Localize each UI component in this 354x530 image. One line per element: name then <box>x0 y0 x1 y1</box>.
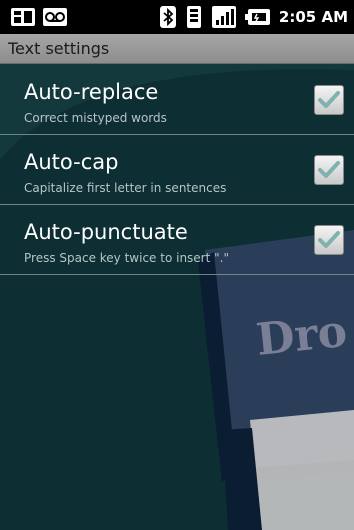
checkmark-icon <box>318 231 340 248</box>
setting-title: Auto-replace <box>24 80 159 104</box>
setting-summary: Correct mistyped words <box>24 111 167 125</box>
checkmark-icon <box>318 91 340 108</box>
vibrate-icon <box>186 6 201 28</box>
setting-auto-punctuate[interactable]: Auto-punctuate Press Space key twice to … <box>0 205 354 275</box>
status-bar: 2:05 AM <box>0 0 354 34</box>
wallpaper-text: Dro <box>254 306 350 366</box>
checkmark-icon <box>318 161 340 178</box>
bluetooth-icon <box>159 6 176 28</box>
setting-summary: Press Space key twice to insert "." <box>24 251 229 265</box>
status-time: 2:05 AM <box>278 8 348 26</box>
notification-icon <box>11 8 35 26</box>
settings-list: Auto-replace Correct mistyped words Auto… <box>0 65 354 275</box>
screen: Dro 2:05 AM Text settings Auto-replace C… <box>0 0 354 530</box>
battery-icon <box>244 9 270 25</box>
auto-replace-checkbox[interactable] <box>314 85 344 115</box>
page-title: Text settings <box>8 39 110 58</box>
title-bar: Text settings <box>0 34 354 64</box>
setting-summary: Capitalize first letter in sentences <box>24 181 227 195</box>
setting-title: Auto-cap <box>24 150 119 174</box>
signal-icon <box>211 6 236 28</box>
auto-cap-checkbox[interactable] <box>314 155 344 185</box>
setting-auto-replace[interactable]: Auto-replace Correct mistyped words <box>0 65 354 135</box>
setting-auto-cap[interactable]: Auto-cap Capitalize first letter in sent… <box>0 135 354 205</box>
setting-title: Auto-punctuate <box>24 220 188 244</box>
voicemail-icon <box>43 8 67 26</box>
auto-punctuate-checkbox[interactable] <box>314 225 344 255</box>
